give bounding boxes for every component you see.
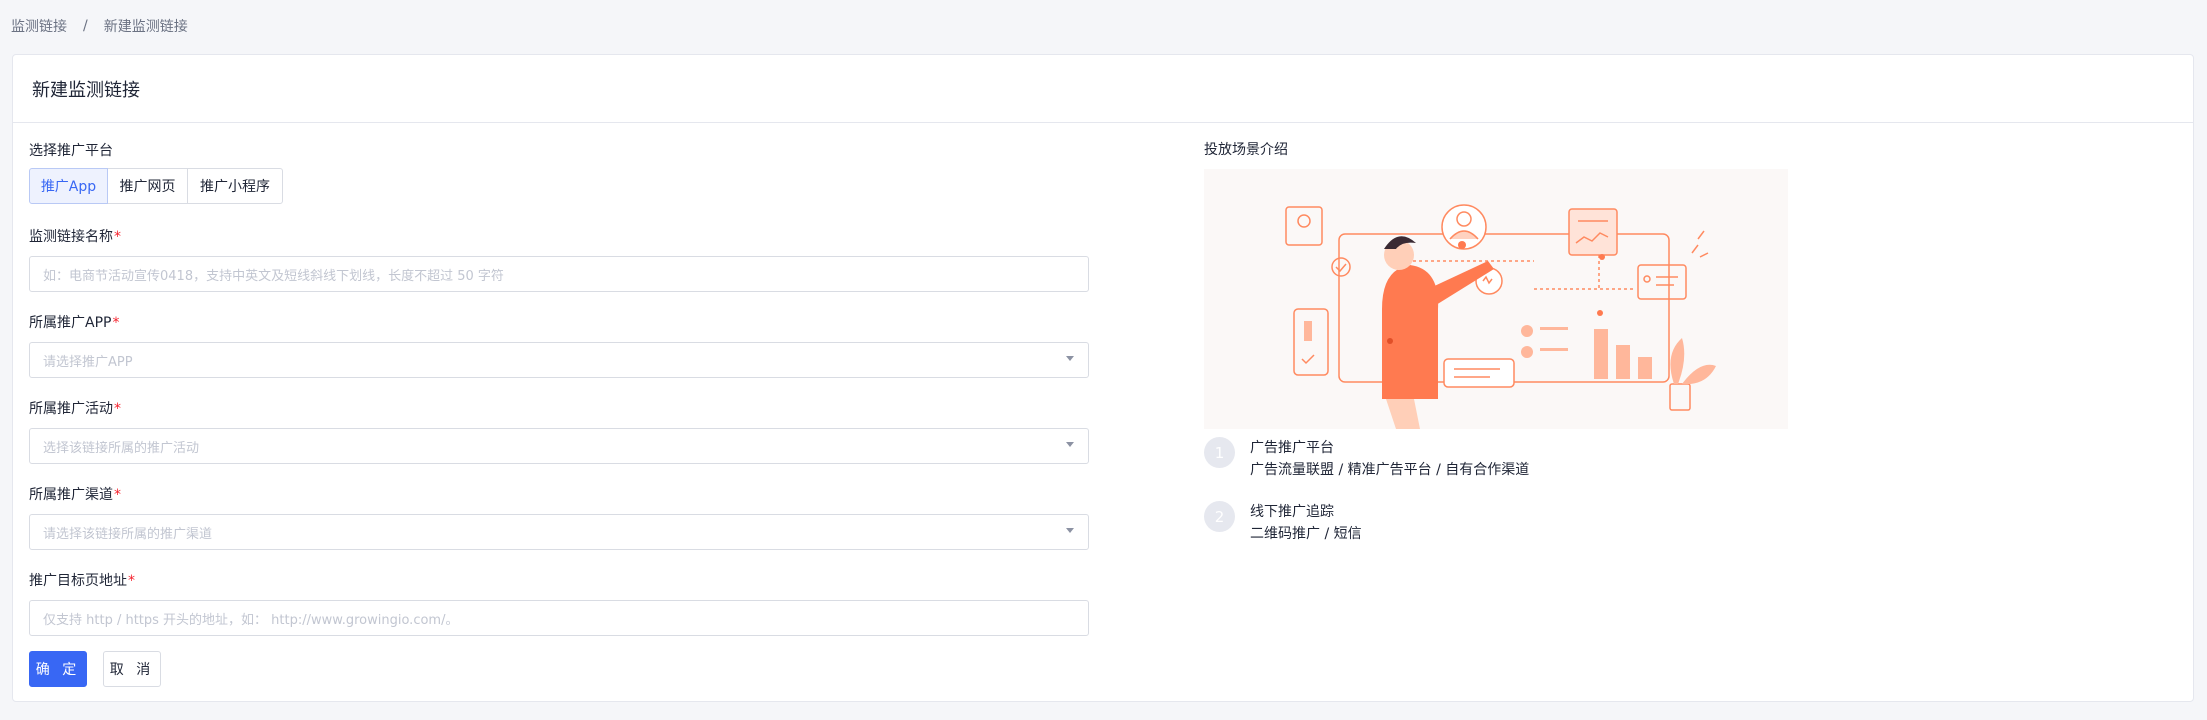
breadcrumb-separator: / [83, 18, 88, 34]
scene-illustration [1204, 169, 1788, 429]
breadcrumb-current: 新建监测链接 [103, 19, 188, 35]
app-select[interactable]: 请选择推广APP [29, 342, 1089, 378]
target-url-input[interactable]: 仅支持 http / https 开头的地址，如： http://www.gro… [29, 600, 1089, 636]
name-input[interactable]: 如：电商节活动宣传0418，支持中英文及短线斜线下划线，长度不超过 50 字符 [29, 256, 1089, 292]
platform-label: 选择推广平台 [29, 143, 113, 159]
activity-label: 所属推广活动* [29, 401, 121, 417]
breadcrumb-link-monitor-links[interactable]: 监测链接 [11, 16, 67, 36]
scene-number: 2 [1204, 501, 1235, 532]
app-field: 所属推广APP* 请选择推广APP [29, 313, 1089, 378]
scene-desc: 二维码推广 / 短信 [1250, 526, 1362, 542]
chevron-down-icon [1066, 528, 1074, 533]
platform-option-miniprogram[interactable]: 推广小程序 [187, 168, 283, 204]
chevron-down-icon [1066, 442, 1074, 447]
cancel-button[interactable]: 取 消 [103, 651, 161, 687]
platform-option-app[interactable]: 推广App [29, 168, 108, 204]
activity-select[interactable]: 选择该链接所属的推广活动 [29, 428, 1089, 464]
channel-select[interactable]: 请选择该链接所属的推广渠道 [29, 514, 1089, 550]
channel-label: 所属推广渠道* [29, 487, 121, 503]
breadcrumb: 监测链接 / 新建监测链接 [11, 16, 188, 36]
scene-desc: 广告流量联盟 / 精准广告平台 / 自有合作渠道 [1250, 462, 1530, 478]
app-label: 所属推广APP* [29, 315, 120, 331]
name-label: 监测链接名称* [29, 229, 121, 245]
confirm-button[interactable]: 确 定 [29, 651, 87, 687]
scene-item: 1 广告推广平台 广告流量联盟 / 精准广告平台 / 自有合作渠道 [1204, 437, 1604, 481]
chevron-down-icon [1066, 356, 1074, 361]
intro-title: 投放场景介绍 [1204, 142, 1288, 158]
scene-item: 2 线下推广追踪 二维码推广 / 短信 [1204, 501, 1604, 545]
scene-title: 线下推广追踪 [1250, 504, 1334, 520]
channel-field: 所属推广渠道* 请选择该链接所属的推广渠道 [29, 485, 1089, 550]
person-dashboard-illustration [1285, 204, 1716, 429]
page-title: 新建监测链接 [13, 55, 2193, 123]
scene-title: 广告推广平台 [1250, 440, 1334, 456]
target-label: 推广目标页地址* [29, 573, 135, 589]
name-field: 监测链接名称* 如：电商节活动宣传0418，支持中英文及短线斜线下划线，长度不超… [29, 227, 1089, 292]
platform-option-web[interactable]: 推广网页 [107, 168, 188, 204]
platform-segmented: 推广App 推广网页 推广小程序 [29, 168, 283, 204]
activity-field: 所属推广活动* 选择该链接所属的推广活动 [29, 399, 1089, 464]
form-actions: 确 定 取 消 [29, 651, 161, 687]
scene-number: 1 [1204, 437, 1235, 468]
main-card: 新建监测链接 选择推广平台 推广App 推广网页 推广小程序 监测链接名称* 如… [12, 54, 2194, 702]
target-field: 推广目标页地址* 仅支持 http / https 开头的地址，如： http:… [29, 571, 1089, 636]
intro-panel: 投放场景介绍 1 广告推广平台 广告流量联盟 / 精准广告平台 / 自有合作渠道… [1204, 139, 1788, 542]
